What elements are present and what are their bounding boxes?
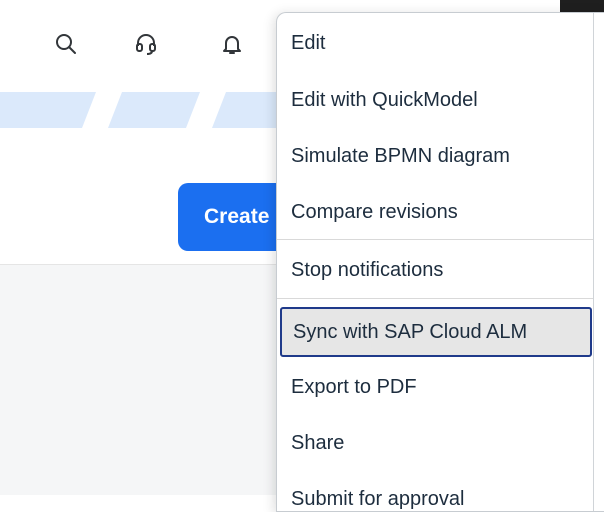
action-menu: Edit Edit with QuickModel Simulate BPMN … bbox=[276, 12, 604, 512]
menu-item-share[interactable]: Share bbox=[277, 415, 595, 472]
search-button[interactable] bbox=[44, 22, 88, 66]
menu-item-stop-notifications[interactable]: Stop notifications bbox=[277, 242, 595, 299]
menu-item-simulate-bpmn[interactable]: Simulate BPMN diagram bbox=[277, 128, 595, 185]
headset-icon bbox=[136, 34, 156, 55]
menu-item-edit-with-quickmodel[interactable]: Edit with QuickModel bbox=[277, 72, 595, 129]
menu-scroll-edge bbox=[593, 13, 604, 511]
notifications-button[interactable] bbox=[210, 22, 254, 66]
menu-divider bbox=[277, 298, 595, 299]
menu-item-export-pdf[interactable]: Export to PDF bbox=[277, 359, 595, 416]
search-icon bbox=[56, 34, 76, 54]
menu-divider bbox=[277, 239, 595, 240]
support-button[interactable] bbox=[124, 22, 168, 66]
menu-item-edit[interactable]: Edit bbox=[277, 15, 595, 72]
menu-item-submit-approval[interactable]: Submit for approval bbox=[277, 471, 595, 511]
bell-icon bbox=[223, 36, 241, 54]
menu-item-sync-sap-cloud-alm[interactable]: Sync with SAP Cloud ALM bbox=[280, 307, 592, 357]
menu-item-compare-revisions[interactable]: Compare revisions bbox=[277, 184, 595, 241]
